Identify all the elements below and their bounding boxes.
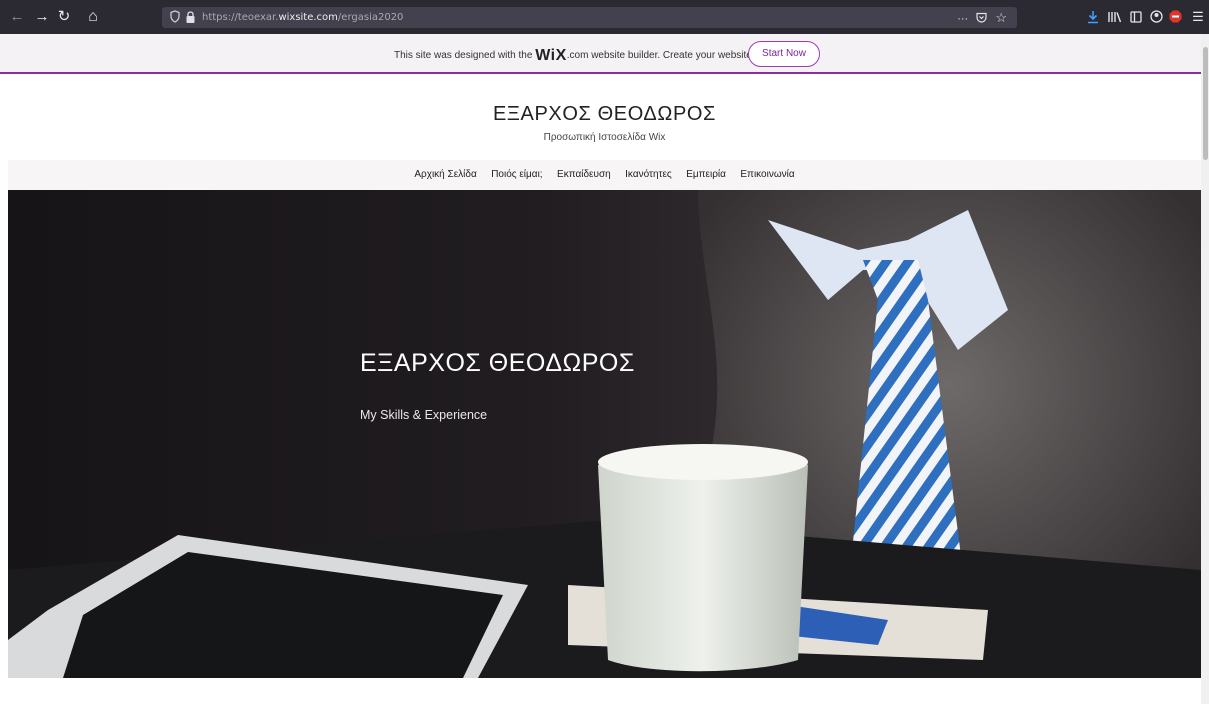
pocket-icon[interactable] [976, 12, 987, 23]
lock-icon[interactable] [186, 10, 195, 24]
forward-icon[interactable]: → [33, 0, 51, 34]
menu-icon[interactable]: ☰ [1190, 0, 1206, 34]
adblock-icon[interactable] [1169, 10, 1182, 23]
sidebar-icon[interactable] [1130, 11, 1142, 23]
download-icon[interactable] [1087, 10, 1099, 24]
url-text[interactable]: https://teoexar.wixsite.com/ergasia2020 [202, 7, 403, 28]
wix-banner: This site was designed with the WiX.com … [0, 34, 1209, 74]
nav-item-skills[interactable]: Ικανότητες [625, 160, 672, 190]
url-actions: ··· ☆ [957, 7, 1007, 28]
scrollbar-thumb[interactable] [1203, 47, 1208, 160]
home-icon[interactable]: ⌂ [84, 0, 102, 34]
nav-item-about[interactable]: Ποιός είμαι; [491, 160, 542, 190]
site-title[interactable]: ΕΞΑΡΧΟΣ ΘΕΟΔΩΡΟΣ [0, 103, 1209, 126]
more-icon[interactable]: ··· [957, 13, 968, 25]
nav-item-education[interactable]: Εκπαίδευση [557, 160, 611, 190]
browser-toolbar: ← → ↻ ⌂ https://teoexar.wixsite.com/erga… [0, 0, 1209, 34]
hero-title: ΕΞΑΡΧΟΣ ΘΕΟΔΩΡΟΣ [360, 349, 635, 377]
nav-item-experience[interactable]: Εμπειρία [686, 160, 726, 190]
wix-logo: WiX [535, 47, 567, 64]
url-prefix: https://teoexar. [202, 12, 279, 23]
account-icon[interactable] [1150, 10, 1163, 23]
hero-background-image [8, 190, 1201, 678]
wix-message-before: This site was designed with the [394, 50, 533, 61]
url-domain: wixsite.com [278, 12, 338, 23]
site-nav: Αρχική Σελίδα Ποιός είμαι; Εκπαίδευση Ικ… [8, 160, 1201, 190]
nav-item-home[interactable]: Αρχική Σελίδα [414, 160, 476, 190]
reload-icon[interactable]: ↻ [55, 0, 73, 34]
url-bar[interactable]: https://teoexar.wixsite.com/ergasia2020 … [162, 7, 1017, 28]
shield-icon[interactable] [170, 10, 180, 26]
library-icon[interactable] [1108, 11, 1122, 23]
back-icon[interactable]: ← [8, 0, 26, 34]
start-now-button[interactable]: Start Now [748, 41, 820, 67]
star-icon[interactable]: ☆ [995, 10, 1007, 25]
hero-section: ΕΞΑΡΧΟΣ ΘΕΟΔΩΡΟΣ My Skills & Experience [8, 190, 1201, 678]
hero-subtitle: My Skills & Experience [360, 408, 488, 422]
wix-banner-message: This site was designed with the WiX.com … [394, 47, 781, 65]
site-subtitle: Προσωπική Ιστοσελίδα Wix [543, 132, 666, 143]
url-path: /ergasia2020 [337, 12, 404, 23]
nav-item-contact[interactable]: Επικοινωνία [740, 160, 794, 190]
